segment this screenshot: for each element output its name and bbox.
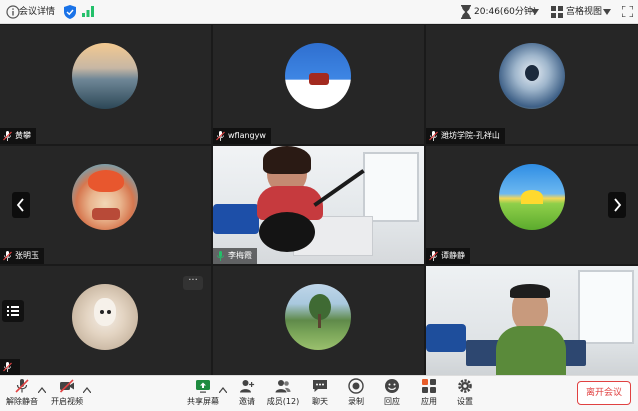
invite-button[interactable]: 邀请 xyxy=(234,378,260,410)
chevron-down-icon[interactable] xyxy=(603,9,611,15)
participant-tile[interactable]: 张明玉 xyxy=(0,146,211,264)
more-options-button[interactable]: ··· xyxy=(183,276,203,290)
record-label: 录制 xyxy=(348,397,364,406)
participant-name: 谭静静 xyxy=(441,251,465,260)
mic-muted-icon xyxy=(3,251,12,261)
mic-active-icon xyxy=(217,251,224,261)
reactions-label: 回应 xyxy=(384,397,400,406)
participant-video-tile[interactable] xyxy=(426,266,638,375)
record-icon xyxy=(348,378,364,394)
settings-label: 设置 xyxy=(457,397,473,406)
reactions-button[interactable]: 回应 xyxy=(379,378,405,410)
chevron-right-icon xyxy=(614,198,622,212)
share-screen-label: 共享屏幕 xyxy=(187,397,219,406)
share-screen-button[interactable]: 共享屏幕 xyxy=(186,378,220,410)
participant-name: 黄攀 xyxy=(15,131,31,140)
top-bar: 会议详情 20:46(60分钟) 宫格视图 xyxy=(0,0,638,24)
participant-tile[interactable] xyxy=(213,266,424,375)
mic-muted-icon xyxy=(3,131,12,141)
next-page-button[interactable] xyxy=(608,192,626,218)
leave-meeting-button[interactable]: 离开会议 xyxy=(577,381,631,405)
chevron-left-icon xyxy=(16,198,24,212)
invite-label: 邀请 xyxy=(239,397,255,406)
members-icon xyxy=(275,380,291,393)
participant-name-bar: wflangyw xyxy=(213,128,271,144)
reaction-icon xyxy=(385,379,399,393)
chevron-down-icon[interactable] xyxy=(531,9,539,15)
video-microphone xyxy=(259,212,315,252)
chevron-up-icon[interactable] xyxy=(219,387,227,393)
participant-video-tile[interactable]: 李梅霞 xyxy=(213,146,424,264)
video-person-hair xyxy=(263,146,311,174)
video-window xyxy=(578,270,634,344)
unmute-label: 解除静音 xyxy=(6,397,38,406)
participant-list-button[interactable] xyxy=(2,300,24,322)
avatar xyxy=(72,43,138,109)
previous-page-button[interactable] xyxy=(12,192,30,218)
chevron-up-icon[interactable] xyxy=(38,387,46,393)
chat-label: 聊天 xyxy=(312,397,328,406)
avatar xyxy=(72,164,138,230)
bottom-toolbar: 解除静音 开启视频 共享屏幕 邀请 成员(12) 聊天 录制 回应 应用 设置 xyxy=(0,375,638,411)
participant-tile[interactable]: ··· xyxy=(0,266,211,375)
shield-icon[interactable] xyxy=(64,5,76,19)
video-window xyxy=(363,152,419,222)
participant-name-bar: 潍坊学院-孔祥山 xyxy=(426,128,505,144)
camera-off-icon xyxy=(59,379,74,393)
grid-view-icon[interactable] xyxy=(551,6,563,18)
start-video-label: 开启视频 xyxy=(51,397,83,406)
signal-icon[interactable] xyxy=(82,6,94,17)
video-sofa xyxy=(213,204,259,234)
avatar xyxy=(285,284,351,350)
participant-name: 张明玉 xyxy=(15,251,39,260)
participant-name-bar: 张明玉 xyxy=(0,248,44,264)
participant-tile[interactable]: wflangyw xyxy=(213,25,424,144)
mic-muted-icon xyxy=(15,379,29,393)
mic-muted-icon xyxy=(429,131,438,141)
apps-button[interactable]: 应用 xyxy=(416,378,442,410)
participant-name: 李梅霞 xyxy=(228,251,252,260)
avatar xyxy=(72,284,138,350)
list-icon xyxy=(7,306,19,316)
participant-name-bar: 黄攀 xyxy=(0,128,36,144)
share-screen-icon xyxy=(196,380,210,393)
meeting-timer: 20:46(60分钟) xyxy=(474,7,537,17)
video-person-hair xyxy=(510,284,550,298)
participant-name: 潍坊学院-孔祥山 xyxy=(441,131,500,140)
apps-label: 应用 xyxy=(421,397,437,406)
gear-icon xyxy=(458,379,472,393)
mic-muted-icon xyxy=(429,251,438,261)
add-user-icon xyxy=(240,380,255,393)
participant-name: wflangyw xyxy=(228,131,266,140)
record-button[interactable]: 录制 xyxy=(343,378,369,410)
start-video-button[interactable]: 开启视频 xyxy=(50,378,84,410)
video-person-body xyxy=(496,326,566,375)
view-mode-selector[interactable]: 宫格视图 xyxy=(566,5,602,19)
info-icon[interactable] xyxy=(6,5,20,19)
avatar xyxy=(285,43,351,109)
participant-tile[interactable]: 潍坊学院-孔祥山 xyxy=(426,25,638,144)
participant-tile[interactable]: 黄攀 xyxy=(0,25,211,144)
settings-button[interactable]: 设置 xyxy=(452,378,478,410)
fullscreen-icon[interactable] xyxy=(622,6,633,17)
members-label: 成员(12) xyxy=(266,397,300,406)
chat-button[interactable]: 聊天 xyxy=(307,378,333,410)
mic-muted-icon xyxy=(3,362,12,372)
members-button[interactable]: 成员(12) xyxy=(266,378,300,410)
chat-icon xyxy=(313,380,327,392)
participant-name-bar xyxy=(0,359,20,375)
unmute-button[interactable]: 解除静音 xyxy=(5,378,39,410)
chevron-up-icon[interactable] xyxy=(83,387,91,393)
participant-name-bar: 谭静静 xyxy=(426,248,470,264)
apps-icon xyxy=(422,379,436,393)
hourglass-icon xyxy=(461,5,471,19)
participant-name-bar: 李梅霞 xyxy=(213,248,257,264)
participant-tile[interactable]: 谭静静 xyxy=(426,146,638,264)
avatar xyxy=(499,43,565,109)
mic-muted-icon xyxy=(216,131,225,141)
video-sofa xyxy=(426,324,466,352)
avatar xyxy=(499,164,565,230)
meeting-details-link[interactable]: 会议详情 xyxy=(19,5,55,19)
